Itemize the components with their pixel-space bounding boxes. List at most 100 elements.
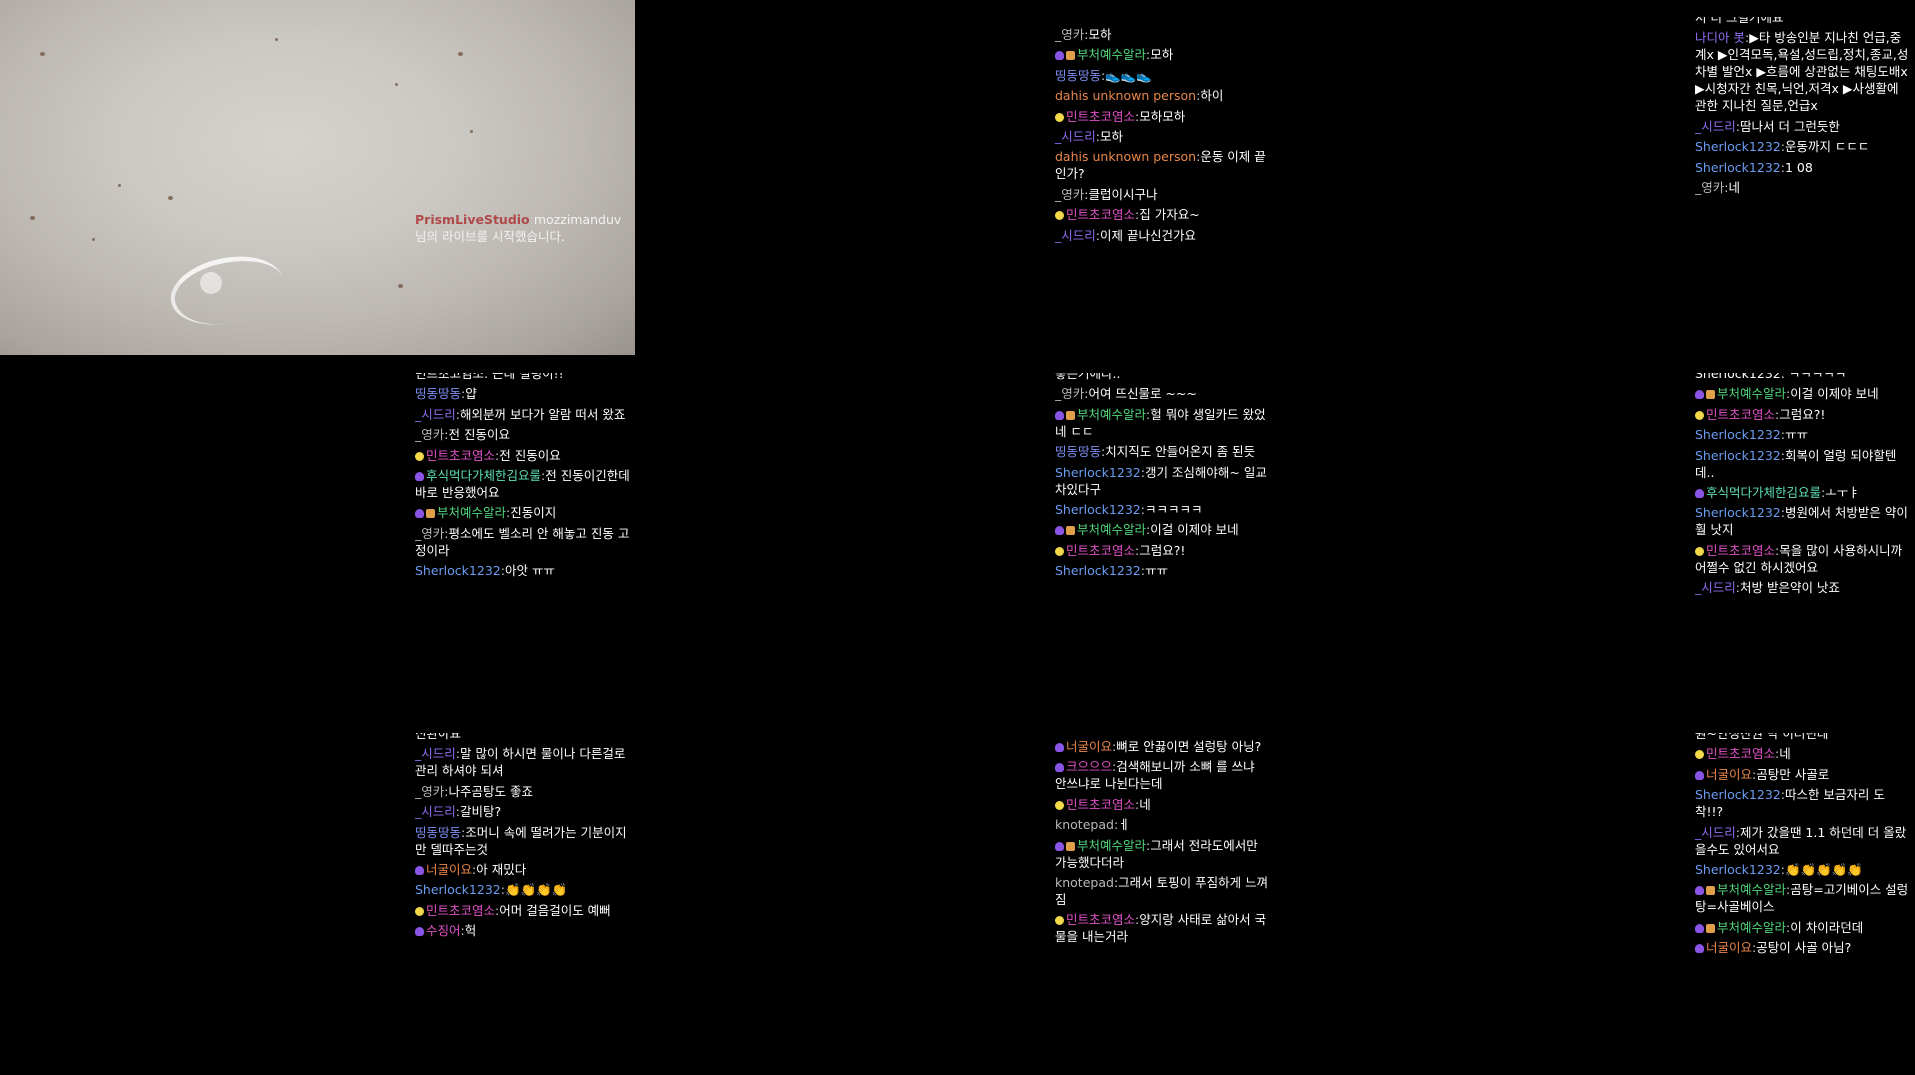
stream-composite: PrismLiveStudio:mozzimanduv님의 라이브를 시작했습니… [0, 0, 1915, 1075]
chat-message-text: 치지직도 안들어온지 좀 된듯 [1105, 444, 1256, 460]
chat-username[interactable]: Sherlock1232 [1695, 862, 1785, 877]
chat-panel-8: 원~안성산권 막 이러던데민트초코염소네너굴이요곰탕만 사골로Sherlock1… [1695, 733, 1910, 960]
chat-username[interactable]: _시드리 [1055, 228, 1100, 243]
chat-username[interactable]: 민트초코염소 [1066, 797, 1139, 812]
chat-message-text: ㅠㅠ [1144, 563, 1168, 579]
chat-username[interactable]: 민트초코염소 [1706, 543, 1779, 558]
chat-username[interactable]: 민트초코염소 [1066, 543, 1139, 558]
trophy-badge-icon [1706, 390, 1715, 400]
chat-username[interactable]: 부처예수알라 [437, 505, 510, 520]
heart-badge-icon [415, 865, 424, 875]
chat-username[interactable]: 민트초코염소 [426, 448, 499, 463]
lemon-badge-icon [1695, 410, 1704, 420]
chat-message: 민트초코염소네 [1695, 745, 1910, 762]
chat-username[interactable]: Sherlock1232 [1695, 787, 1785, 802]
camera-preview: PrismLiveStudio:mozzimanduv님의 라이브를 시작했습니… [0, 0, 635, 355]
chat-username[interactable]: _영카 [415, 427, 448, 442]
chat-username[interactable]: 후식먹다가체한김요룰 [1706, 485, 1825, 500]
heart-badge-icon [1695, 488, 1704, 498]
chat-username[interactable]: 너굴이요 [1706, 940, 1756, 955]
chat-username[interactable]: 민트초코염소 [1066, 912, 1139, 927]
lemon-badge-icon [1695, 750, 1704, 760]
chat-username[interactable]: 민트초코염소 [1706, 746, 1779, 761]
chat-panel-5: Sherlock1232: ㅋㅋㅋㅋㅋ 부처예수알라이걸 이제야 보네민트초코염소… [1695, 373, 1910, 600]
chat-message: Sherlock1232갱기 조심해야해~ 일교차있다구 [1055, 464, 1270, 498]
chat-message: _시드리모하 [1055, 128, 1270, 145]
chat-panel-2-clip: 서 더 그럴거에요나디아 봇▶타 방송인분 지나친 언급,중계x ▶인격모독,욕… [1695, 17, 1910, 252]
chat-message: _시드리제가 갔을땐 1.1 하던데 더 올랐을수도 있어서요 [1695, 824, 1910, 858]
chat-username[interactable]: Sherlock1232 [415, 563, 505, 578]
chat-username[interactable]: _시드리 [1695, 119, 1740, 134]
chat-username[interactable]: _시드리 [1055, 129, 1100, 144]
chat-username[interactable]: 너굴이요 [1706, 767, 1756, 782]
chat-username[interactable]: _영카 [1055, 386, 1088, 401]
chat-username[interactable]: dahis unknown person [1055, 149, 1200, 164]
chat-username[interactable]: _영카 [1055, 187, 1088, 202]
chat-username[interactable]: _영카 [415, 526, 448, 541]
chat-username[interactable]: _시드리 [415, 746, 460, 761]
chat-username[interactable]: 띵동땅동 [415, 825, 465, 840]
chat-username[interactable]: Sherlock1232 [1055, 502, 1145, 517]
chat-message-text: 👟👟👟 [1105, 67, 1152, 83]
chat-username[interactable]: 크으으으 [1066, 759, 1116, 774]
trophy-badge-icon [1706, 923, 1715, 933]
chat-message: 후식먹다가체한김요룰ㅗㅜㅑ [1695, 484, 1910, 501]
chat-username[interactable]: Sherlock1232 [1695, 160, 1785, 175]
heart-badge-icon [1695, 944, 1704, 954]
chat-username[interactable]: 부처예수알라 [1077, 47, 1150, 62]
chat-username[interactable]: 너굴이요 [1066, 739, 1116, 754]
chat-username[interactable]: 부처예수알라 [1717, 386, 1790, 401]
trophy-badge-icon [1066, 51, 1075, 61]
chat-username[interactable]: 부처예수알라 [1077, 522, 1150, 537]
chat-username[interactable]: Sherlock1232 [1055, 563, 1145, 578]
chat-username[interactable]: _시드리 [1695, 580, 1740, 595]
chat-message: 너굴이요공탕이 사골 아님? [1695, 939, 1910, 956]
chat-username[interactable]: 민트초코염소 [1066, 109, 1139, 124]
chat-username[interactable]: knotepad [1055, 875, 1118, 890]
chat-username[interactable]: 부처예수알라 [1077, 407, 1150, 422]
chat-message: Sherlock1232👏👏👏👏 [415, 881, 630, 898]
chat-message: 부처예수알라헐 뭐야 생일카드 왔었네 ㄷㄷ [1055, 406, 1270, 440]
chat-username[interactable]: _시드리 [415, 804, 460, 819]
chat-username[interactable]: _영카 [1055, 27, 1088, 42]
chat-message-text: 진동이지 [510, 505, 557, 521]
chat-username[interactable]: Sherlock1232 [1695, 139, 1785, 154]
water-droplet-highlight [164, 246, 290, 335]
chat-username[interactable]: Sherlock1232 [415, 882, 505, 897]
chat-message: _시드리땀나서 더 그런듯한 [1695, 118, 1910, 135]
chat-username[interactable]: Sherlock1232 [1695, 505, 1785, 520]
chat-username[interactable]: 띵동땅동 [415, 386, 465, 401]
chat-message: _영카클럽이시구나 [1055, 186, 1270, 203]
chat-username[interactable]: 띵동땅동 [1055, 444, 1105, 459]
chat-message: 민트초코염소양지랑 사태로 삶아서 국물을 내는거라 [1055, 911, 1270, 945]
chat-username[interactable]: 나디아 봇 [1695, 30, 1749, 45]
chat-message: Sherlock12321 08 [1695, 159, 1910, 176]
chat-username[interactable]: Sherlock1232 [1055, 465, 1145, 480]
chat-username[interactable]: Sherlock1232 [1695, 448, 1785, 463]
chat-username[interactable]: _영카 [415, 784, 448, 799]
chat-username[interactable]: _영카 [1695, 180, 1728, 195]
chat-username[interactable]: 민트초코염소 [1706, 407, 1779, 422]
system-name: PrismLiveStudio [415, 212, 530, 227]
chat-username[interactable]: 후식먹다가체한김요룰 [426, 468, 545, 483]
chat-username[interactable]: 수징어 [426, 923, 465, 938]
chat-message-text: 뼈로 안끓이면 설렁탕 아닝? [1116, 739, 1262, 754]
chat-username[interactable]: _시드리 [1695, 825, 1740, 840]
heart-badge-icon [1695, 923, 1704, 933]
chat-username[interactable]: knotepad [1055, 817, 1118, 832]
chat-username[interactable]: 부처예수알라 [1717, 920, 1790, 935]
chat-message: 민트초코염소그럼요?! [1055, 542, 1270, 559]
chat-message: Sherlock1232병원에서 처방받은 약이 훨 낫지 [1695, 504, 1910, 538]
chat-username[interactable]: 띵동땅동 [1055, 68, 1105, 83]
chat-username[interactable]: 부처예수알라 [1717, 882, 1790, 897]
chat-message: dahis unknown person하이 [1055, 87, 1270, 104]
chat-username[interactable]: 부처예수알라 [1077, 838, 1150, 853]
chat-username[interactable]: 민트초코염소 [1066, 207, 1139, 222]
chat-username[interactable]: 너굴이요 [426, 862, 476, 877]
chat-username[interactable]: Sherlock1232 [1695, 427, 1785, 442]
chat-username[interactable]: 민트초코염소 [426, 903, 499, 918]
chat-username[interactable]: dahis unknown person [1055, 88, 1200, 103]
chat-username[interactable]: _시드리 [415, 407, 460, 422]
chat-message: Sherlock1232따스한 보금자리 도착!!? [1695, 786, 1910, 820]
chat-message-fragment: 좋은거에다.. [1055, 373, 1121, 381]
